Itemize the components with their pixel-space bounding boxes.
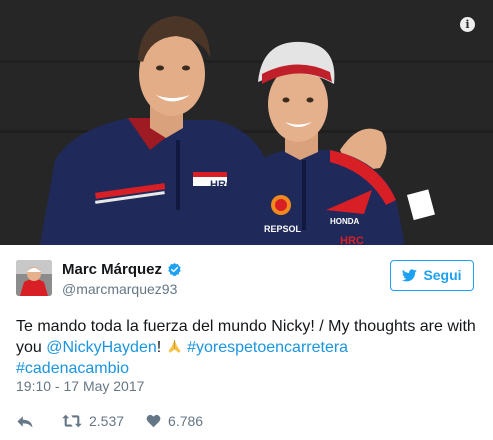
- tweet-text: Te mando toda la fuerza del mundo Nicky!…: [16, 316, 476, 379]
- retweet-icon: [62, 414, 82, 428]
- retweet-count: 2.537: [89, 413, 125, 429]
- tweet-photo[interactable]: HRC REPSOL HONDA HRC i: [0, 0, 493, 245]
- right-kit-logo: HRC: [340, 235, 364, 245]
- info-icon[interactable]: i: [460, 17, 475, 32]
- author-name[interactable]: Marc Márquez: [62, 261, 162, 278]
- verified-badge-icon: [168, 262, 181, 277]
- reply-icon: [17, 415, 33, 427]
- follow-button-label: Segui: [423, 267, 462, 283]
- hashtag-cadenacambio[interactable]: #cadenacambio: [16, 360, 129, 377]
- sponsor-logo: REPSOL: [264, 224, 302, 234]
- like-button[interactable]: 6.786: [146, 413, 203, 429]
- folded-hands-emoji: [168, 340, 181, 353]
- honda-logo: HONDA: [330, 217, 360, 226]
- twitter-bird-icon: [402, 269, 418, 282]
- author-name-row[interactable]: Marc Márquez: [62, 261, 182, 278]
- retweet-button[interactable]: 2.537: [62, 413, 124, 429]
- left-kit-logo: HRC: [210, 179, 234, 191]
- avatar[interactable]: [16, 260, 52, 296]
- tweet-actions: 2.537 6.786: [16, 411, 203, 431]
- tweet-timestamp[interactable]: 19:10 - 17 May 2017: [16, 378, 144, 394]
- follow-button[interactable]: Segui: [390, 260, 474, 291]
- author-handle[interactable]: @marcmarquez93: [62, 281, 177, 297]
- hashtag-yorespetoencarretera[interactable]: #yorespetoencarretera: [187, 339, 348, 356]
- tweet-text-part2: !: [156, 339, 166, 356]
- heart-icon: [146, 414, 161, 428]
- avatar-image: [16, 260, 52, 296]
- mention-link[interactable]: @NickyHayden: [46, 339, 157, 356]
- reply-button[interactable]: [16, 414, 34, 429]
- like-count: 6.786: [168, 413, 204, 429]
- tweet-card: Marc Márquez @marcmarquez93 Segui Te man…: [0, 245, 493, 440]
- photo-illustration: HRC REPSOL HONDA HRC: [0, 0, 493, 245]
